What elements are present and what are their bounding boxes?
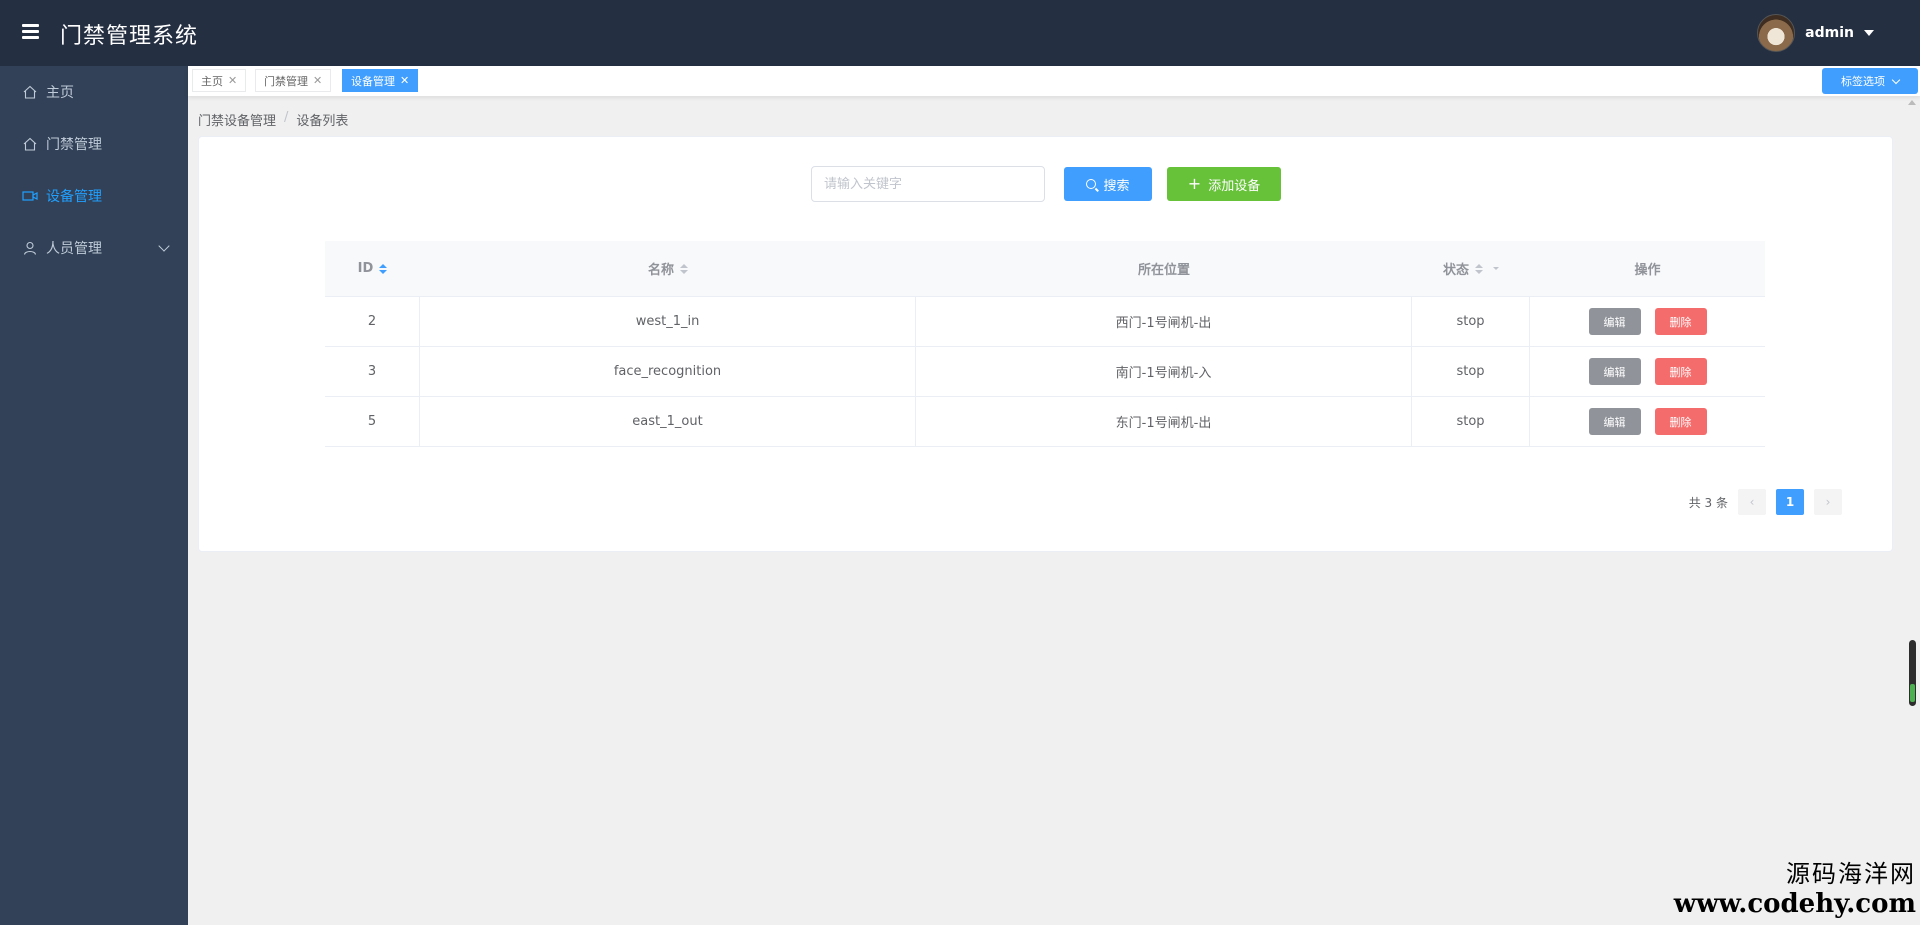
- watermark-line2: www.codehy.com: [1673, 889, 1916, 919]
- header-id[interactable]: ID: [325, 241, 420, 296]
- tags-bar: 主页 ✕ 门禁管理 ✕ 设备管理 ✕ 标签选项: [188, 66, 1920, 96]
- watermark: 源码海洋网 www.codehy.com: [1674, 854, 1916, 919]
- sidebar-item-device-management[interactable]: 设备管理: [0, 170, 188, 222]
- chevron-down-icon[interactable]: [158, 240, 170, 252]
- sort-icon[interactable]: [1475, 263, 1483, 274]
- pagination-total: 共 3 条: [1688, 495, 1728, 510]
- add-device-label: 添加设备: [1208, 178, 1261, 194]
- pagination: 共 3 条 ‹ 1 ›: [1689, 489, 1842, 515]
- cell-status: stop: [1412, 297, 1530, 346]
- add-device-button[interactable]: + 添加设备: [1167, 167, 1281, 201]
- cell-id: 5: [325, 397, 420, 446]
- header-status[interactable]: 状态: [1412, 241, 1530, 296]
- breadcrumb-parent[interactable]: 门禁设备管理: [198, 110, 276, 129]
- header-location-label: 所在位置: [1137, 263, 1190, 278]
- cell-location: 东门-1号闸机-出: [916, 397, 1412, 446]
- header-name[interactable]: 名称: [420, 241, 916, 296]
- tag-label: 门禁管理: [264, 74, 308, 88]
- breadcrumb-separator: /: [284, 110, 289, 125]
- delete-button[interactable]: 删除: [1654, 358, 1707, 385]
- search-button[interactable]: 搜索: [1064, 167, 1152, 201]
- sidebar-item-personnel[interactable]: 人员管理: [0, 222, 188, 274]
- cell-name: west_1_in: [420, 297, 916, 346]
- header-name-label: 名称: [647, 263, 674, 278]
- cell-operations: 编辑 删除: [1530, 397, 1765, 446]
- table-row: 3 face_recognition 南门-1号闸机-入 stop 编辑 删除: [325, 347, 1765, 397]
- sort-icon[interactable]: [680, 263, 688, 274]
- cell-name: east_1_out: [420, 397, 916, 446]
- tag-label: 设备管理: [351, 74, 395, 88]
- scrollbar[interactable]: [1909, 640, 1916, 706]
- sidebar: 主页 门禁管理 设备管理 人员管理: [0, 66, 188, 925]
- cell-name: face_recognition: [420, 347, 916, 396]
- tag-device-management[interactable]: 设备管理 ✕: [342, 69, 419, 92]
- close-icon[interactable]: ✕: [313, 74, 322, 87]
- user-menu[interactable]: admin: [1757, 13, 1874, 53]
- chevron-down-icon: [1891, 75, 1901, 84]
- tag-label: 主页: [201, 74, 223, 88]
- username[interactable]: admin: [1805, 25, 1854, 41]
- search-icon: [1086, 179, 1097, 189]
- header-operations: 操作: [1530, 241, 1765, 296]
- caret-down-icon[interactable]: [1864, 30, 1874, 36]
- close-icon[interactable]: ✕: [228, 74, 237, 87]
- cell-id: 3: [325, 347, 420, 396]
- scroll-up-icon[interactable]: [1908, 100, 1916, 105]
- close-icon[interactable]: ✕: [400, 74, 409, 87]
- tag-access-control[interactable]: 门禁管理 ✕: [255, 69, 332, 92]
- sidebar-item-access-control[interactable]: 门禁管理: [0, 118, 188, 170]
- home-icon: [22, 136, 38, 152]
- filter-icon[interactable]: [1493, 267, 1499, 270]
- table-row: 2 west_1_in 西门-1号闸机-出 stop 编辑 删除: [325, 297, 1765, 347]
- cell-id: 2: [325, 297, 420, 346]
- edit-button[interactable]: 编辑: [1588, 408, 1641, 435]
- top-header: 门禁管理系统 admin: [0, 0, 1920, 66]
- cell-location: 西门-1号闸机-出: [916, 297, 1412, 346]
- sort-icon[interactable]: [379, 263, 388, 274]
- cell-operations: 编辑 删除: [1530, 297, 1765, 346]
- prev-page-button[interactable]: ‹: [1738, 489, 1766, 515]
- edit-button[interactable]: 编辑: [1588, 358, 1641, 385]
- table-header: ID 名称 所在位置 状态 操作: [325, 241, 1765, 297]
- search-input[interactable]: [811, 166, 1045, 202]
- sidebar-item-label: 主页: [46, 85, 74, 101]
- cell-location: 南门-1号闸机-入: [916, 347, 1412, 396]
- sidebar-item-home[interactable]: 主页: [0, 66, 188, 118]
- plus-icon: +: [1187, 174, 1202, 193]
- avatar[interactable]: [1757, 14, 1796, 52]
- header-ops-label: 操作: [1634, 263, 1661, 278]
- app-title: 门禁管理系统: [60, 24, 199, 49]
- table-row: 5 east_1_out 东门-1号闸机-出 stop 编辑 删除: [325, 397, 1765, 447]
- cell-operations: 编辑 删除: [1530, 347, 1765, 396]
- tag-options-button[interactable]: 标签选项: [1822, 68, 1918, 94]
- tag-options-label: 标签选项: [1841, 75, 1885, 88]
- delete-button[interactable]: 删除: [1654, 408, 1707, 435]
- page-button[interactable]: 1: [1776, 489, 1804, 515]
- edit-button[interactable]: 编辑: [1588, 308, 1641, 335]
- header-id-label: ID: [357, 261, 374, 276]
- search-button-label: 搜索: [1103, 178, 1130, 194]
- video-camera-icon: [22, 188, 38, 204]
- sidebar-item-label: 设备管理: [46, 189, 102, 205]
- cell-status: stop: [1412, 347, 1530, 396]
- next-page-button[interactable]: ›: [1814, 489, 1842, 515]
- cell-status: stop: [1412, 397, 1530, 446]
- header-status-label: 状态: [1442, 263, 1469, 278]
- device-list-card: 搜索 + 添加设备 ID 名称 所在位置 状态 操作: [198, 136, 1893, 552]
- menu-toggle-icon[interactable]: [22, 24, 39, 39]
- delete-button[interactable]: 删除: [1654, 308, 1707, 335]
- home-icon: [22, 84, 38, 100]
- sidebar-item-label: 门禁管理: [46, 137, 102, 153]
- breadcrumb-current: 设备列表: [296, 114, 349, 129]
- user-icon: [22, 240, 38, 256]
- device-table: ID 名称 所在位置 状态 操作 2 west_1_in 西门-1号闸机-出 s…: [325, 241, 1765, 447]
- sidebar-item-label: 人员管理: [46, 241, 102, 257]
- tag-home[interactable]: 主页 ✕: [192, 69, 247, 92]
- header-location: 所在位置: [916, 241, 1412, 296]
- watermark-line1: 源码海洋网: [1786, 860, 1916, 888]
- breadcrumb: 门禁设备管理 / 设备列表: [198, 110, 348, 129]
